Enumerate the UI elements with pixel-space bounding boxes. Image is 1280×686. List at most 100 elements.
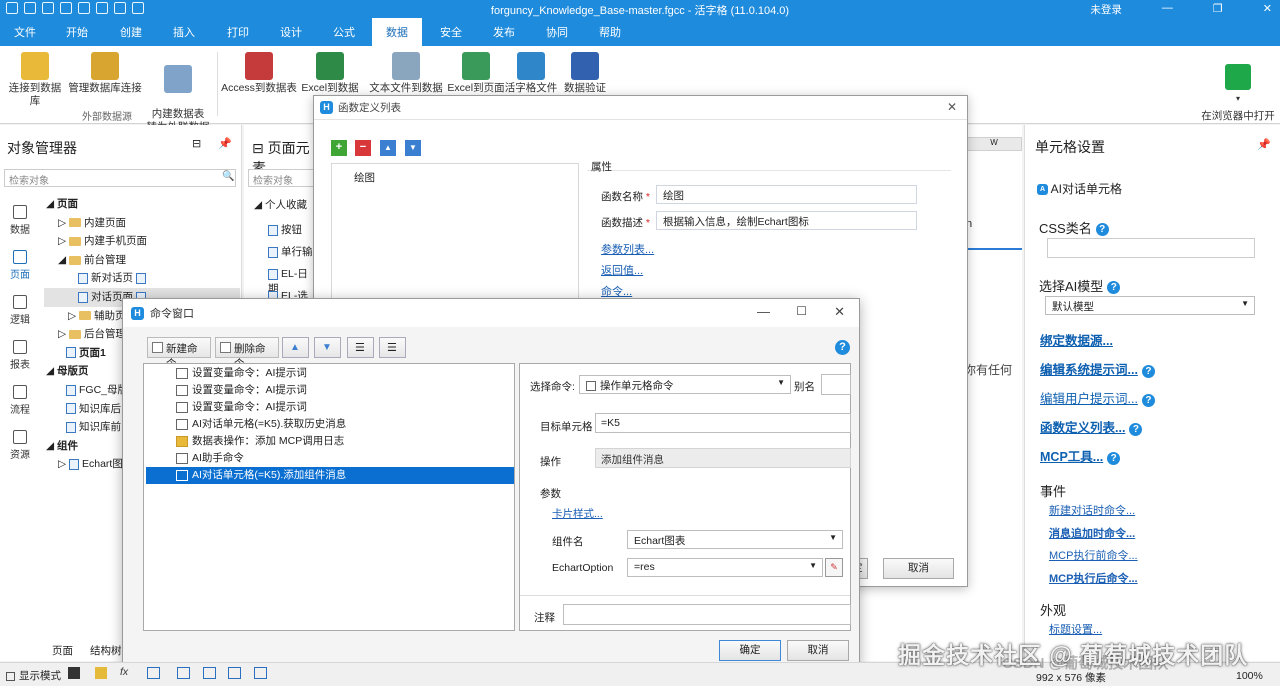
bind-datasource-link[interactable]: 绑定数据源... — [1040, 334, 1113, 348]
tree-item[interactable]: ▷ 内建页面 — [44, 214, 240, 233]
tab-help[interactable]: 帮助 — [599, 24, 621, 40]
formula-icon[interactable]: fx — [120, 666, 128, 678]
note-input[interactable] — [563, 604, 851, 625]
move-up-icon[interactable]: ▲ — [380, 140, 396, 156]
command-type-select[interactable]: 操作单元格命令 ▼ — [579, 375, 791, 394]
tree-item[interactable]: 新对话页 — [44, 269, 240, 288]
list-item[interactable]: 设置变量命令：AI提示词 — [144, 382, 512, 399]
excel-page-button[interactable]: Excel到页面 — [447, 52, 505, 95]
tab-print[interactable]: 打印 — [227, 24, 249, 40]
list-item[interactable]: 绘图 — [332, 164, 578, 185]
mcp-before-command-link[interactable]: MCP执行前命令... — [1049, 550, 1138, 562]
display-mode[interactable]: 显示模式 — [6, 668, 61, 683]
nav-flow[interactable]: 流程 — [0, 385, 40, 416]
help-icon[interactable]: ? — [1095, 223, 1109, 237]
echart-option-input[interactable]: =res ▼ — [627, 558, 823, 577]
tab-insert[interactable]: 插入 — [173, 24, 195, 40]
card-style-link[interactable]: 卡片样式... — [552, 508, 603, 520]
outdent-button[interactable]: ☰ — [379, 337, 406, 358]
add-icon[interactable]: + — [331, 140, 347, 156]
remove-icon[interactable]: − — [355, 140, 371, 156]
list-item[interactable]: AI助手命令 — [144, 450, 512, 467]
minimize-icon[interactable]: — — [757, 304, 770, 319]
nav-resource[interactable]: 资源 — [0, 430, 40, 461]
component-select[interactable]: Echart图表 ▼ — [627, 530, 843, 549]
lightbulb-icon[interactable] — [95, 667, 107, 679]
move-up-button[interactable]: ▲ — [282, 337, 309, 358]
help-icon[interactable]: ? — [1129, 422, 1143, 436]
help-icon[interactable]: ? — [1107, 281, 1121, 295]
tab-home[interactable]: 开始 — [66, 24, 88, 40]
command-link[interactable]: 命令... — [601, 286, 632, 298]
tab-publish[interactable]: 发布 — [493, 24, 515, 40]
delete-command-button[interactable]: 删除命令 — [215, 337, 279, 370]
tab-file[interactable]: 文件 — [14, 24, 36, 40]
list-item[interactable]: 数据表操作：添加 MCP调用日志 — [144, 433, 512, 450]
nav-report[interactable]: 报表 — [0, 340, 40, 371]
return-link[interactable]: 返回值... — [601, 265, 643, 277]
tab-create[interactable]: 创建 — [120, 24, 142, 40]
object-search-input[interactable]: 检索对象 — [4, 169, 236, 187]
access-import-button[interactable]: Access到数据表 — [221, 52, 297, 95]
help-icon[interactable]: ? — [835, 340, 850, 355]
layout-icon[interactable] — [228, 667, 241, 679]
terminal-icon[interactable] — [68, 667, 80, 679]
list-item[interactable]: 设置变量命令：AI提示词 — [144, 365, 512, 382]
calc-icon[interactable] — [203, 667, 216, 679]
list-item[interactable]: AI对话单元格(=K5).获取历史消息 — [144, 416, 512, 433]
nav-logic[interactable]: 逻辑 — [0, 295, 40, 326]
tab-design[interactable]: 设计 — [280, 24, 302, 40]
open-in-browser-button[interactable]: ▾ 在浏览器中打开 — [1200, 52, 1276, 123]
tab-data[interactable]: 数据 — [372, 18, 422, 46]
grid-icon[interactable] — [177, 667, 190, 679]
maximize-icon[interactable]: ☐ — [796, 304, 807, 318]
manage-db-button[interactable]: 管理数据库连接 — [68, 52, 142, 95]
expand-icon[interactable]: ⊟ — [252, 140, 264, 156]
css-class-input[interactable] — [1047, 238, 1255, 258]
move-down-icon[interactable]: ▼ — [405, 140, 421, 156]
operation-select[interactable]: 添加组件消息 — [595, 448, 851, 468]
system-prompt-link[interactable]: 编辑系统提示词... — [1040, 363, 1138, 377]
params-link[interactable]: 参数列表... — [601, 244, 654, 256]
element-search-input[interactable]: 检索对象 — [248, 169, 314, 187]
tab-pages[interactable]: 页面 — [52, 643, 73, 658]
alias-input[interactable] — [821, 374, 851, 395]
target-cell-input[interactable]: =K5 — [595, 413, 851, 433]
connect-db-button[interactable]: 连接到数据库 — [4, 52, 66, 108]
huozige-file-button[interactable]: 活字格文件 — [504, 52, 558, 95]
new-command-button[interactable]: 新建命令 — [147, 337, 211, 370]
user-prompt-link[interactable]: 编辑用户提示词... — [1040, 392, 1138, 406]
page-icon[interactable] — [254, 667, 267, 679]
ai-model-select[interactable]: 默认模型 ▼ — [1045, 296, 1255, 315]
list-item[interactable]: 设置变量命令：AI提示词 — [144, 399, 512, 416]
tab-security[interactable]: 安全 — [440, 24, 462, 40]
title-settings-link[interactable]: 标题设置... — [1049, 624, 1102, 636]
favorites-group[interactable]: ◢ 个人收藏 — [254, 197, 307, 212]
pin-icon[interactable]: 📌 — [218, 137, 232, 150]
tree-item[interactable]: ◢ 页面 — [44, 195, 240, 214]
new-chat-command-link[interactable]: 新建对话时命令... — [1049, 505, 1135, 517]
mcp-tools-link[interactable]: MCP工具... — [1040, 450, 1103, 464]
close-icon[interactable]: ✕ — [834, 304, 845, 320]
element-button[interactable]: 按钮 — [268, 222, 302, 237]
function-list-link[interactable]: 函数定义列表... — [1040, 421, 1125, 435]
message-append-command-link[interactable]: 消息追加时命令... — [1049, 528, 1135, 540]
help-icon[interactable]: ? — [1107, 451, 1121, 465]
indent-button[interactable]: ☰ — [347, 337, 374, 358]
move-down-button[interactable]: ▼ — [314, 337, 341, 358]
cancel-button[interactable]: 取消 — [787, 640, 849, 661]
mcp-after-command-link[interactable]: MCP执行后命令... — [1049, 573, 1138, 585]
minimize-icon[interactable]: — — [1162, 2, 1173, 17]
help-icon[interactable]: ? — [1141, 393, 1155, 407]
cancel-button[interactable]: 取消 — [883, 558, 954, 579]
pin-icon[interactable]: 📌 — [1257, 138, 1271, 151]
close-icon[interactable]: ✕ — [1263, 2, 1272, 17]
collapse-icon[interactable]: ⊟ — [192, 137, 201, 150]
nav-page[interactable]: 页面 — [0, 250, 40, 281]
function-desc-input[interactable]: 根据输入信息，绘制Echart图标 — [656, 211, 917, 230]
restore-icon[interactable]: ❐ — [1213, 2, 1223, 17]
data-validate-button[interactable]: 数据验证 — [561, 52, 609, 95]
tab-structure[interactable]: 结构树 — [90, 643, 122, 658]
element-textbox[interactable]: 单行输 — [268, 244, 313, 259]
login-status[interactable]: 未登录 — [1090, 2, 1122, 17]
